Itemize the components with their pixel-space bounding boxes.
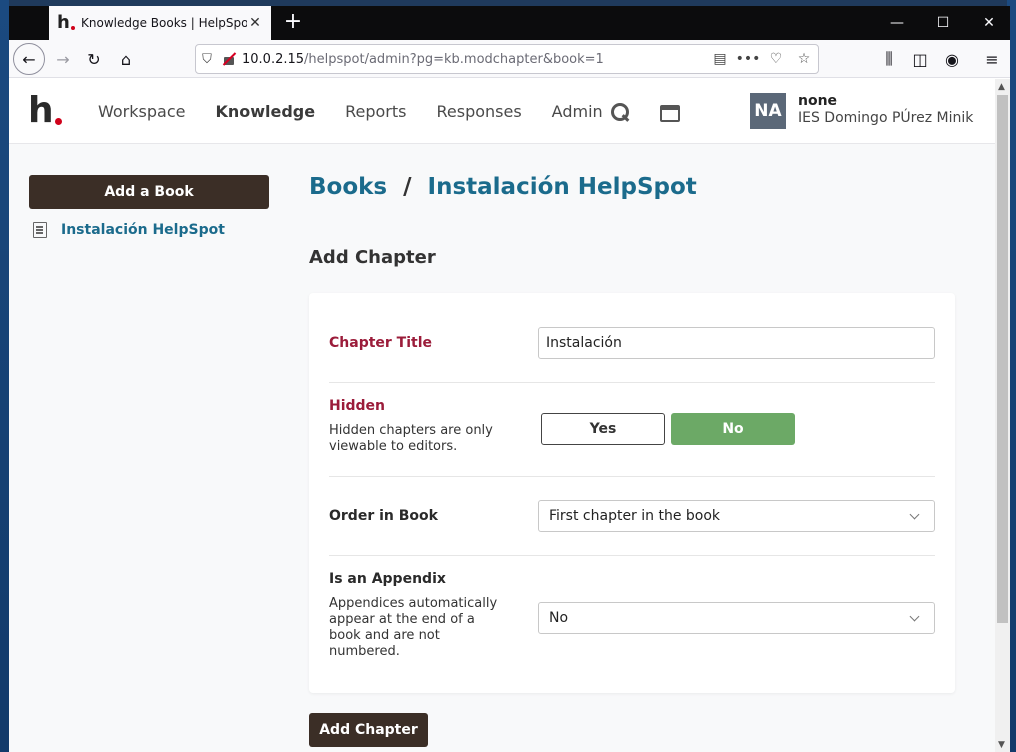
search-icon[interactable] [611, 103, 631, 123]
user-organization[interactable]: IES Domingo PÚrez Minik [798, 110, 973, 126]
breadcrumb-separator: / [403, 174, 412, 200]
url-bar[interactable]: ⛉ 10.0.2.15/helpspot/admin?pg=kb.modchap… [195, 44, 819, 74]
url-path: /helpspot/admin?pg=kb.modchapter&book=1 [304, 51, 604, 67]
book-icon [33, 222, 47, 238]
user-name[interactable]: none [798, 93, 837, 109]
home-icon[interactable]: ⌂ [112, 45, 140, 73]
add-chapter-form: Chapter Title Instalación Hidden Hidden … [309, 293, 955, 693]
hidden-no-button[interactable]: No [671, 413, 795, 445]
helpspot-logo[interactable]: h [28, 93, 62, 129]
insecure-lock-icon[interactable] [222, 52, 236, 66]
reader-view-icon[interactable]: ▤ [706, 51, 734, 67]
appendix-value: No [549, 610, 569, 626]
close-tab-icon[interactable]: ✕ [247, 15, 263, 31]
scroll-down-icon[interactable]: ▼ [998, 740, 1005, 750]
appendix-help-text: Appendices automatically appear at the e… [329, 596, 498, 659]
hidden-yes-button[interactable]: Yes [541, 413, 665, 445]
breadcrumb-current-book[interactable]: Instalación HelpSpot [428, 174, 697, 200]
main-nav: Workspace Knowledge Reports Responses Ad… [98, 79, 633, 144]
browser-tab[interactable]: h Knowledge Books | HelpSpot ✕ [49, 6, 271, 40]
page-scrollbar[interactable]: ▲ ▼ [995, 79, 1010, 752]
order-in-book-value: First chapter in the book [549, 508, 721, 524]
divider [329, 476, 935, 477]
sidebar-icon[interactable]: ◫ [906, 45, 934, 73]
helpspot-favicon-icon: h [57, 14, 75, 32]
tab-bar: h Knowledge Books | HelpSpot ✕ + — ☐ ✕ [9, 6, 1010, 40]
back-arrow-icon[interactable]: ← [13, 43, 45, 75]
url-host: 10.0.2.15 [242, 51, 305, 67]
avatar[interactable]: NA [750, 93, 786, 129]
bookmark-star-icon[interactable]: ☆ [790, 51, 818, 67]
minimize-icon[interactable]: — [874, 6, 920, 40]
divider [329, 555, 935, 556]
hidden-help-text: Hidden chapters are only viewable to edi… [329, 423, 493, 454]
desktop-edge-left [0, 0, 9, 752]
browser-window: h Knowledge Books | HelpSpot ✕ + — ☐ ✕ ←… [9, 6, 1010, 752]
divider [329, 382, 935, 383]
pocket-icon[interactable]: ♡ [762, 51, 790, 67]
page-title: Add Chapter [309, 247, 436, 268]
nav-reports[interactable]: Reports [345, 102, 406, 121]
order-in-book-label: Order in Book [329, 508, 438, 524]
chapter-title-label: Chapter Title [329, 335, 433, 351]
breadcrumb-books-link[interactable]: Books [309, 174, 387, 200]
scrollbar-thumb[interactable] [997, 95, 1008, 623]
appendix-label: Is an Appendix [329, 571, 446, 587]
shield-icon[interactable]: ⛉ [196, 52, 218, 67]
breadcrumb: Books / Instalación HelpSpot [309, 174, 697, 200]
page-content: h Workspace Knowledge Reports Responses … [9, 79, 995, 752]
page-actions-icon[interactable]: ••• [734, 51, 762, 67]
menu-icon[interactable]: ≡ [978, 45, 1006, 73]
sidebar-item-label[interactable]: Instalación HelpSpot [61, 222, 225, 238]
library-icon[interactable]: ⫼ [875, 45, 903, 73]
scroll-up-icon[interactable]: ▲ [998, 82, 1005, 92]
nav-workspace[interactable]: Workspace [98, 102, 185, 121]
reload-icon[interactable]: ↻ [80, 45, 108, 73]
close-window-icon[interactable]: ✕ [966, 6, 1010, 40]
app-header: h Workspace Knowledge Reports Responses … [9, 79, 995, 144]
nav-knowledge[interactable]: Knowledge [215, 102, 315, 121]
hidden-label: Hidden [329, 398, 386, 414]
window-icon[interactable] [660, 105, 680, 122]
order-in-book-select[interactable]: First chapter in the book [538, 500, 935, 532]
url-text[interactable]: 10.0.2.15/helpspot/admin?pg=kb.modchapte… [242, 52, 706, 67]
nav-responses[interactable]: Responses [436, 102, 521, 121]
browser-toolbar: ← → ↻ ⌂ ⛉ 10.0.2.15/helpspot/admin?pg=kb… [9, 40, 1010, 78]
new-tab-icon[interactable]: + [281, 11, 305, 35]
nav-admin[interactable]: Admin [552, 102, 603, 121]
chevron-down-icon [909, 509, 920, 519]
sidebar-item-book[interactable]: Instalación HelpSpot [33, 222, 225, 238]
tab-title: Knowledge Books | HelpSpot [81, 16, 247, 30]
add-book-button[interactable]: Add a Book [29, 175, 269, 209]
account-icon[interactable]: ◉ [938, 45, 966, 73]
appendix-select[interactable]: No [538, 602, 935, 634]
chapter-title-input[interactable]: Instalación [538, 327, 935, 359]
add-chapter-button[interactable]: Add Chapter [309, 713, 428, 747]
forward-arrow-icon[interactable]: → [49, 45, 77, 73]
maximize-icon[interactable]: ☐ [920, 6, 966, 40]
chevron-down-icon [909, 611, 920, 621]
